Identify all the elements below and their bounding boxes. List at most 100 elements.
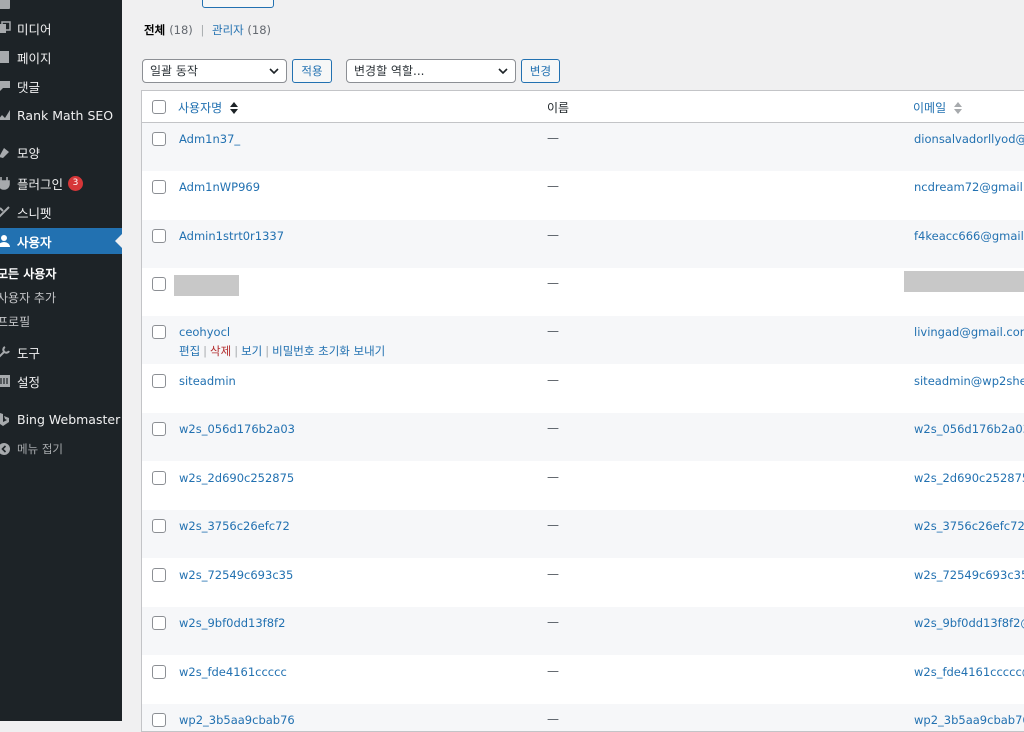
add-new-user-button[interactable] [202, 0, 274, 8]
sidebar-item-bing-webmaster[interactable]: Bing Webmaster [0, 406, 122, 432]
name-cell: — [547, 664, 559, 678]
row-checkbox[interactable] [152, 713, 166, 727]
change-role-button[interactable]: 변경 [521, 59, 560, 83]
sidebar-item-label: Bing Webmaster [17, 411, 121, 427]
username-link[interactable]: Admin1strt0r1337 [179, 229, 284, 243]
sidebar-item-label: 메뉴 접기 [17, 442, 63, 456]
username-link[interactable]: w2s_056d176b2a03 [179, 422, 295, 436]
bulk-action-select[interactable]: 일괄 동작 [142, 59, 287, 83]
reset-password-link[interactable]: 비밀번호 초기화 보내기 [272, 344, 385, 358]
username-link[interactable]: siteadmin [179, 374, 236, 388]
name-cell: — [547, 276, 559, 290]
row-checkbox[interactable] [152, 132, 166, 146]
sidebar-item-label: 도구 [17, 345, 41, 361]
name-cell: — [547, 373, 559, 387]
email-link[interactable]: w2s_2d690c252875@w [914, 471, 1024, 485]
name-cell: — [547, 324, 559, 338]
edit-link[interactable]: 편집 [179, 344, 200, 358]
email-link[interactable]: livingad@gmail.com [914, 325, 1024, 339]
row-checkbox[interactable] [152, 616, 166, 630]
view-link[interactable]: 보기 [241, 344, 262, 358]
chevron-down-icon [498, 68, 508, 75]
users-table: 사용자명 이름 이메일 Adm1n37_ — dionsalvadorllyod… [141, 90, 1024, 732]
rankmath-icon [0, 107, 12, 123]
row-checkbox[interactable] [152, 471, 166, 485]
name-cell: — [547, 179, 559, 193]
select-all-checkbox[interactable] [152, 100, 166, 114]
email-link[interactable]: f4keacc666@gmail.com [914, 229, 1024, 243]
sidebar-item-label: 설정 [17, 374, 41, 390]
row-checkbox[interactable] [152, 374, 166, 388]
username-link[interactable]: w2s_2d690c252875 [179, 471, 294, 485]
name-cell: — [547, 421, 559, 435]
table-row: w2s_2d690c252875 — w2s_2d690c252875@w [142, 462, 1024, 510]
sidebar-item-label: 스니펫 [17, 205, 52, 221]
submenu-add-user[interactable]: 사용자 추가 [0, 289, 56, 306]
sidebar-item-label: 플러그인 [17, 176, 64, 192]
apply-bulk-button[interactable]: 적용 [292, 59, 332, 83]
row-checkbox[interactable] [152, 325, 166, 339]
submenu-all-users[interactable]: 모든 사용자 [0, 265, 56, 282]
table-row: w2s_3756c26efc72 — w2s_3756c26efc72@w [142, 510, 1024, 558]
submenu-profile[interactable]: 프로필 [0, 313, 30, 330]
email-link[interactable]: siteadmin@wp2shell.in [914, 374, 1024, 388]
row-checkbox[interactable] [152, 180, 166, 194]
username-link[interactable]: Adm1nWP969 [179, 180, 260, 194]
media-icon [0, 20, 12, 36]
sidebar-item-comments[interactable]: 댓글 [0, 73, 122, 99]
plugin-icon [0, 175, 12, 191]
redacted-username [174, 275, 239, 296]
email-link[interactable]: w2s_3756c26efc72@w [914, 519, 1024, 533]
delete-link[interactable]: 삭제 [210, 344, 231, 358]
row-checkbox[interactable] [152, 229, 166, 243]
comment-icon [0, 78, 12, 94]
username-link[interactable]: w2s_72549c693c35 [179, 568, 293, 582]
sidebar-item-pages[interactable]: 페이지 [0, 44, 122, 70]
row-checkbox[interactable] [152, 519, 166, 533]
email-link[interactable]: w2s_fde4161ccccc@wp [914, 665, 1024, 679]
bing-icon [0, 411, 12, 427]
email-link[interactable]: w2s_72549c693c35@w [914, 568, 1024, 582]
username-link[interactable]: w2s_3756c26efc72 [179, 519, 290, 533]
sidebar-item-appearance[interactable]: 모양 [0, 139, 122, 165]
username-link[interactable]: ceohyocl [179, 325, 230, 339]
email-link[interactable]: ncdream72@gmail.com [914, 180, 1024, 194]
username-link[interactable]: Adm1n37_ [179, 132, 240, 146]
username-link[interactable]: wp2_3b5aa9cbab76 [179, 713, 295, 727]
username-link[interactable]: w2s_fde4161ccccc [179, 665, 287, 679]
table-row: w2s_056d176b2a03 — w2s_056d176b2a03@w [142, 413, 1024, 461]
user-role-filter: 전체 (18) | 관리자 (18) [144, 23, 271, 37]
table-row: w2s_9bf0dd13f8f2 — w2s_9bf0dd13f8f2@wp [142, 607, 1024, 655]
row-checkbox[interactable] [152, 277, 166, 291]
page-icon [0, 49, 12, 65]
sidebar-item-plugins[interactable]: 플러그인 3 [0, 170, 122, 196]
sidebar-item-media[interactable]: 미디어 [0, 15, 122, 41]
email-link[interactable]: w2s_056d176b2a03@w [914, 422, 1024, 436]
username-link[interactable]: w2s_9bf0dd13f8f2 [179, 616, 285, 630]
sidebar-item-rank-math[interactable]: Rank Math SEO [0, 102, 122, 128]
sidebar-item-users[interactable]: 사용자 [0, 228, 122, 254]
sidebar-item-label: 댓글 [17, 79, 41, 95]
column-username[interactable]: 사용자명 [178, 99, 238, 116]
row-checkbox[interactable] [152, 422, 166, 436]
settings-icon [0, 373, 12, 389]
main-content: 전체 (18) | 관리자 (18) 일괄 동작 적용 변경할 역할... 변경… [122, 0, 1024, 732]
name-cell: — [547, 518, 559, 532]
name-cell: — [547, 470, 559, 484]
collapse-menu-button[interactable]: 메뉴 접기 [0, 436, 122, 462]
filter-all[interactable]: 전체 (18) [144, 23, 193, 37]
email-link[interactable]: dionsalvadorllyod@gm [914, 132, 1024, 146]
row-checkbox[interactable] [152, 568, 166, 582]
sidebar-item-settings[interactable]: 설정 [0, 368, 122, 394]
row-checkbox[interactable] [152, 665, 166, 679]
chevron-down-icon [269, 68, 279, 75]
filter-administrator[interactable]: 관리자 (18) [212, 23, 271, 37]
table-header: 사용자명 이름 이메일 [142, 91, 1024, 123]
table-row: — [142, 268, 1024, 316]
email-link[interactable]: w2s_9bf0dd13f8f2@wp [914, 616, 1024, 630]
sidebar-item-tools[interactable]: 도구 [0, 339, 122, 365]
email-link[interactable]: wp2_3b5aa9cbab76@w [914, 713, 1024, 727]
change-role-select[interactable]: 변경할 역할... [346, 59, 516, 83]
sidebar-item-snippets[interactable]: 스니펫 [0, 199, 122, 225]
column-email[interactable]: 이메일 [913, 99, 962, 116]
